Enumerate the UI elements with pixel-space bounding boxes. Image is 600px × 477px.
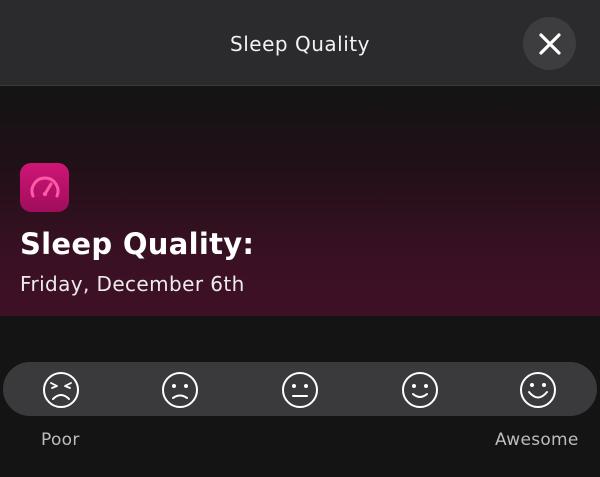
rating-bar	[3, 362, 597, 416]
rating-max-label: Awesome	[495, 430, 579, 450]
rating-option-4[interactable]	[401, 371, 439, 409]
rating-option-1[interactable]	[42, 371, 80, 409]
rating-option-3[interactable]	[281, 371, 319, 409]
rating-min-label: Poor	[41, 430, 80, 450]
face-smile-icon	[402, 372, 438, 408]
page-title: Sleep Quality	[230, 32, 370, 56]
hero-section: Sleep Quality: Friday, December 6th	[0, 87, 600, 316]
app-icon	[20, 163, 69, 212]
face-happy-icon	[520, 372, 556, 408]
speedometer-icon	[30, 176, 59, 197]
top-bar: Sleep Quality	[0, 0, 600, 86]
close-icon	[538, 32, 561, 55]
rating-option-2[interactable]	[161, 371, 199, 409]
face-sad-icon	[162, 372, 198, 408]
face-very-sad-icon	[43, 372, 79, 408]
face-neutral-icon	[282, 372, 318, 408]
sleep-quality-screen: Sleep Quality Sleep Quality: Friday, Dec…	[0, 0, 600, 477]
hero-date: Friday, December 6th	[20, 272, 245, 296]
close-button[interactable]	[523, 17, 576, 70]
rating-option-5[interactable]	[519, 371, 557, 409]
hero-title: Sleep Quality:	[20, 227, 255, 261]
